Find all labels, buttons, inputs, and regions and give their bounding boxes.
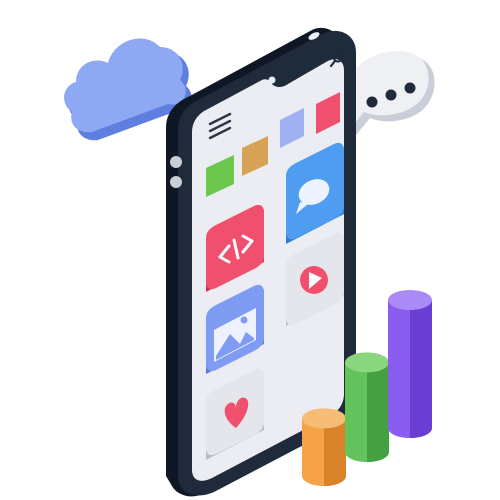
cylinder-shade bbox=[410, 300, 432, 438]
play-icon bbox=[300, 266, 328, 294]
bubble-dot bbox=[404, 82, 416, 94]
cylinder-shade bbox=[324, 418, 346, 486]
speech-bubble-icon bbox=[344, 50, 435, 140]
cylinder-shade bbox=[367, 362, 389, 462]
camera-dot bbox=[268, 76, 276, 84]
cylinder-purple bbox=[388, 290, 432, 438]
illustration bbox=[0, 0, 500, 500]
image-sun bbox=[240, 316, 248, 324]
bubble-dot bbox=[385, 89, 397, 101]
volume-down-button[interactable] bbox=[170, 176, 182, 188]
cylinder-top bbox=[345, 352, 389, 373]
volume-up-button[interactable] bbox=[170, 156, 182, 168]
cylinder-top bbox=[302, 408, 346, 429]
bubble-dot bbox=[366, 96, 378, 108]
cylinder-green bbox=[345, 352, 389, 462]
isometric-mobile-apps-illustration bbox=[64, 27, 435, 497]
cylinder-orange bbox=[302, 408, 346, 486]
cylinder-top bbox=[388, 290, 432, 310]
